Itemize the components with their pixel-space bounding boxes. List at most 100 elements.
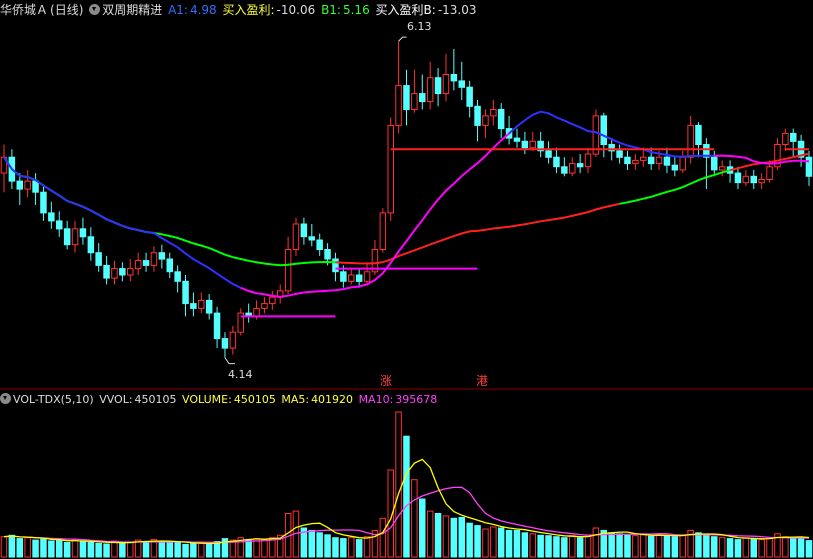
volume-bar [434,513,442,558]
volume-bar [205,543,213,558]
volume-bar [632,535,639,558]
volume-bar [616,533,623,558]
volume-bar [442,515,450,558]
candle [355,274,363,282]
indicator-dropdown-icon[interactable] [89,4,101,15]
volume-bar [718,537,726,558]
volume-bar [497,527,505,558]
candle [687,124,694,158]
indicator-name[interactable]: 双周期精进 [102,3,162,17]
volume-bar [119,542,126,558]
candle [229,331,237,349]
volume-bar [324,534,331,558]
a1-label: A1: [168,3,188,17]
volume-bar [363,536,371,558]
volume-bar [663,535,671,558]
volume-bar [545,535,552,558]
candle [442,74,450,95]
candle [387,124,394,214]
candle [632,159,639,165]
price-panel [0,36,813,365]
candle [127,268,134,276]
candle [32,180,39,193]
volume-bar [647,535,655,558]
buy-profit-value: -10.06 [276,3,316,17]
candle [490,109,497,117]
candle [750,175,757,184]
candle [324,249,331,260]
buy-profit-b-label: 买入盈利B: [375,3,436,17]
volume-bar [671,536,679,558]
vvol-label: VVOL: [99,393,133,406]
volume-bar [576,537,584,558]
volume-bar [348,537,355,558]
candle [40,191,47,214]
period: (日线) [50,3,84,17]
low-price-label: 4.14 [228,368,253,381]
candle [553,156,560,168]
candle [348,274,355,282]
volume-bar [403,435,410,558]
candle [734,172,742,184]
candle [695,124,702,146]
candle [95,252,102,266]
candle [395,85,402,126]
volume-bar [758,539,765,558]
candle [458,80,465,88]
ma5-value: 401920 [311,393,354,406]
volume-bar [16,538,23,558]
candle [711,156,718,171]
volume-dropdown-icon[interactable] [0,393,11,404]
volume-bar [426,510,434,558]
candle [166,258,173,273]
marker-gang: 港 [476,374,488,388]
volume-bar [79,541,87,558]
volume-bar [742,537,750,558]
candle [111,268,118,279]
volume-bar [711,536,718,558]
candle [16,180,23,190]
volume-bar [782,536,789,558]
volume-bar [332,537,339,558]
b1-label: B1: [321,3,341,17]
volume-bar [450,517,458,558]
candle [426,77,434,103]
volume-bar [608,532,615,558]
candle [48,212,55,222]
candle [174,271,181,282]
volume-bar [158,540,166,558]
candle [119,268,126,276]
volume-bar [655,534,663,558]
volume-bar [482,528,489,558]
candle [742,175,750,184]
buy-profit-b-value: -13.03 [437,3,477,17]
stock-chart: 6.13 4.14 涨 港 [0,20,813,558]
volume-bar [474,525,481,558]
candle [466,86,473,107]
volume-bar [142,541,150,558]
candle [403,85,410,110]
candle [284,249,292,292]
volume-bar [198,542,205,558]
volume-bar [490,526,497,558]
volume-bar [174,542,181,558]
candle [450,74,458,82]
candle [655,156,663,165]
candle [213,312,221,340]
candle [292,223,300,250]
volume-bar [245,539,252,558]
buy-profit-label: 买入盈利: [222,3,275,17]
volume-bar [537,534,544,558]
volume-bar [8,534,16,558]
candle [766,166,773,181]
candle [79,228,87,238]
volume-bar [703,534,710,558]
volume-bar [640,534,647,558]
volume-bar [553,536,560,558]
volume-header: VOL-TDX(5,10) VVOL: 450105 VOLUME: 450105 … [0,392,439,408]
volume-bar [40,538,47,558]
candle [158,252,166,260]
candle [805,156,813,177]
volume-bar [584,534,592,558]
volume-indicator-name[interactable]: VOL-TDX(5,10) [13,393,94,406]
